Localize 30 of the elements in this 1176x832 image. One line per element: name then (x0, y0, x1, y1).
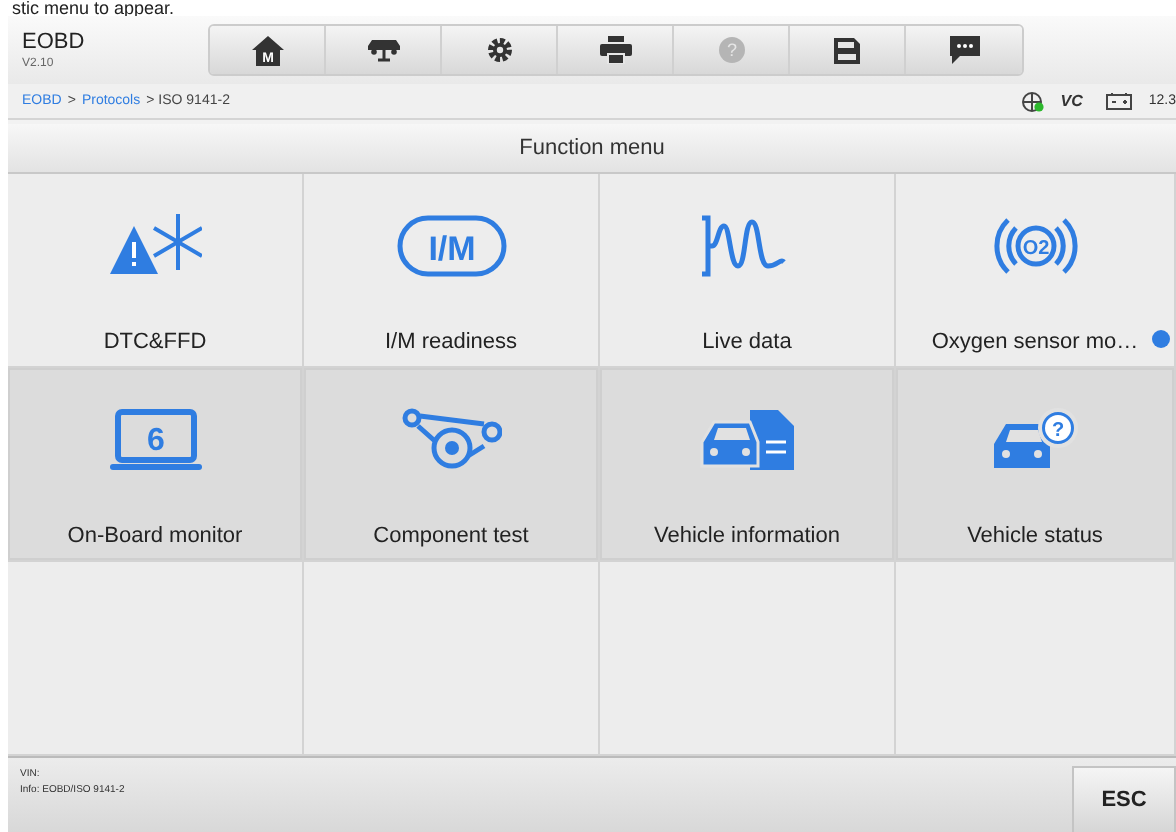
toolbar-button[interactable] (326, 26, 442, 74)
function-tile[interactable]: O2 Oxygen sensor mo… (896, 174, 1176, 368)
warning-snowflake-icon (109, 214, 201, 278)
settings-icon (485, 36, 513, 64)
function-tile[interactable]: ? Vehicle status (896, 368, 1176, 562)
pulley-belt-icon (401, 408, 501, 472)
im-badge-icon: I/M (395, 214, 507, 278)
function-tile[interactable]: I/M I/M readiness (304, 174, 600, 368)
globe-connected-icon (1022, 91, 1045, 111)
car-lift-icon (365, 36, 401, 64)
save-icon (834, 37, 860, 63)
function-tile[interactable]: Live data (600, 174, 896, 368)
menu-title: Function menu (8, 124, 1176, 174)
toolbar-button[interactable] (790, 26, 906, 74)
toolbar-button[interactable] (442, 26, 558, 74)
function-tile[interactable]: Vehicle information (600, 368, 896, 562)
esc-button[interactable]: ESC (1072, 766, 1176, 832)
chat-icon (949, 36, 979, 64)
battery-icon (1106, 92, 1133, 110)
function-tile[interactable]: DTC&FFD (8, 174, 304, 368)
car-document-icon (697, 410, 797, 470)
function-tile[interactable]: Component test (304, 368, 600, 562)
function-tile[interactable]: 6 On-Board monitor (8, 368, 304, 562)
help-icon: ? (717, 36, 745, 64)
printer-icon (599, 36, 631, 64)
caption-text: stic menu to appear. (10, 0, 177, 16)
toolbar-button[interactable] (906, 26, 1022, 74)
app-title: EOBD (22, 30, 87, 54)
toolbar-button[interactable] (558, 26, 674, 74)
vci-status-text: VC (1060, 92, 1085, 110)
